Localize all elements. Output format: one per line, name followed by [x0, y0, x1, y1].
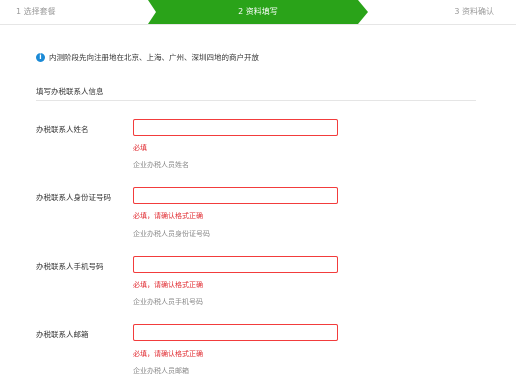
tax-contact-id-number-input[interactable]	[133, 187, 338, 204]
step-fill-info-active: 2 资料填写	[148, 0, 368, 24]
section-divider	[36, 100, 476, 101]
notice-banner: i 内测阶段先向注册地在北京、上海、广州、深圳四地的商户开放	[36, 51, 259, 63]
progress-stepper: 1 选择套餐 2 资料填写 3 资料确认	[0, 0, 516, 25]
notice-text: 内测阶段先向注册地在北京、上海、广州、深圳四地的商户开放	[49, 52, 259, 62]
phone-field-error: 必填，请确认格式正确	[133, 281, 203, 289]
email-field-error: 必填，请确认格式正确	[133, 350, 203, 358]
name-field-error: 必填	[133, 144, 147, 152]
name-field-label: 办税联系人姓名	[36, 125, 89, 134]
info-icon: i	[36, 52, 45, 62]
id-number-field-hint: 企业办税人员身份证号码	[133, 230, 210, 238]
id-number-field-label: 办税联系人身份证号码	[36, 193, 111, 202]
id-number-field-error: 必填，请确认格式正确	[133, 212, 203, 220]
phone-field-hint: 企业办税人员手机号码	[133, 298, 203, 306]
step-select-package: 1 选择套餐	[16, 7, 56, 16]
step-confirm-info: 3 资料确认	[454, 7, 494, 16]
section-title: 填写办税联系人信息	[36, 87, 104, 96]
step-fill-info-label: 2 资料填写	[238, 7, 278, 16]
name-field-hint: 企业办税人员姓名	[133, 161, 189, 169]
tax-contact-email-input[interactable]	[133, 324, 338, 341]
tax-contact-name-input[interactable]	[133, 119, 338, 136]
email-field-hint: 企业办税人员邮箱	[133, 367, 189, 375]
email-field-label: 办税联系人邮箱	[36, 330, 89, 339]
tax-contact-phone-input[interactable]	[133, 256, 338, 273]
phone-field-label: 办税联系人手机号码	[36, 262, 104, 271]
